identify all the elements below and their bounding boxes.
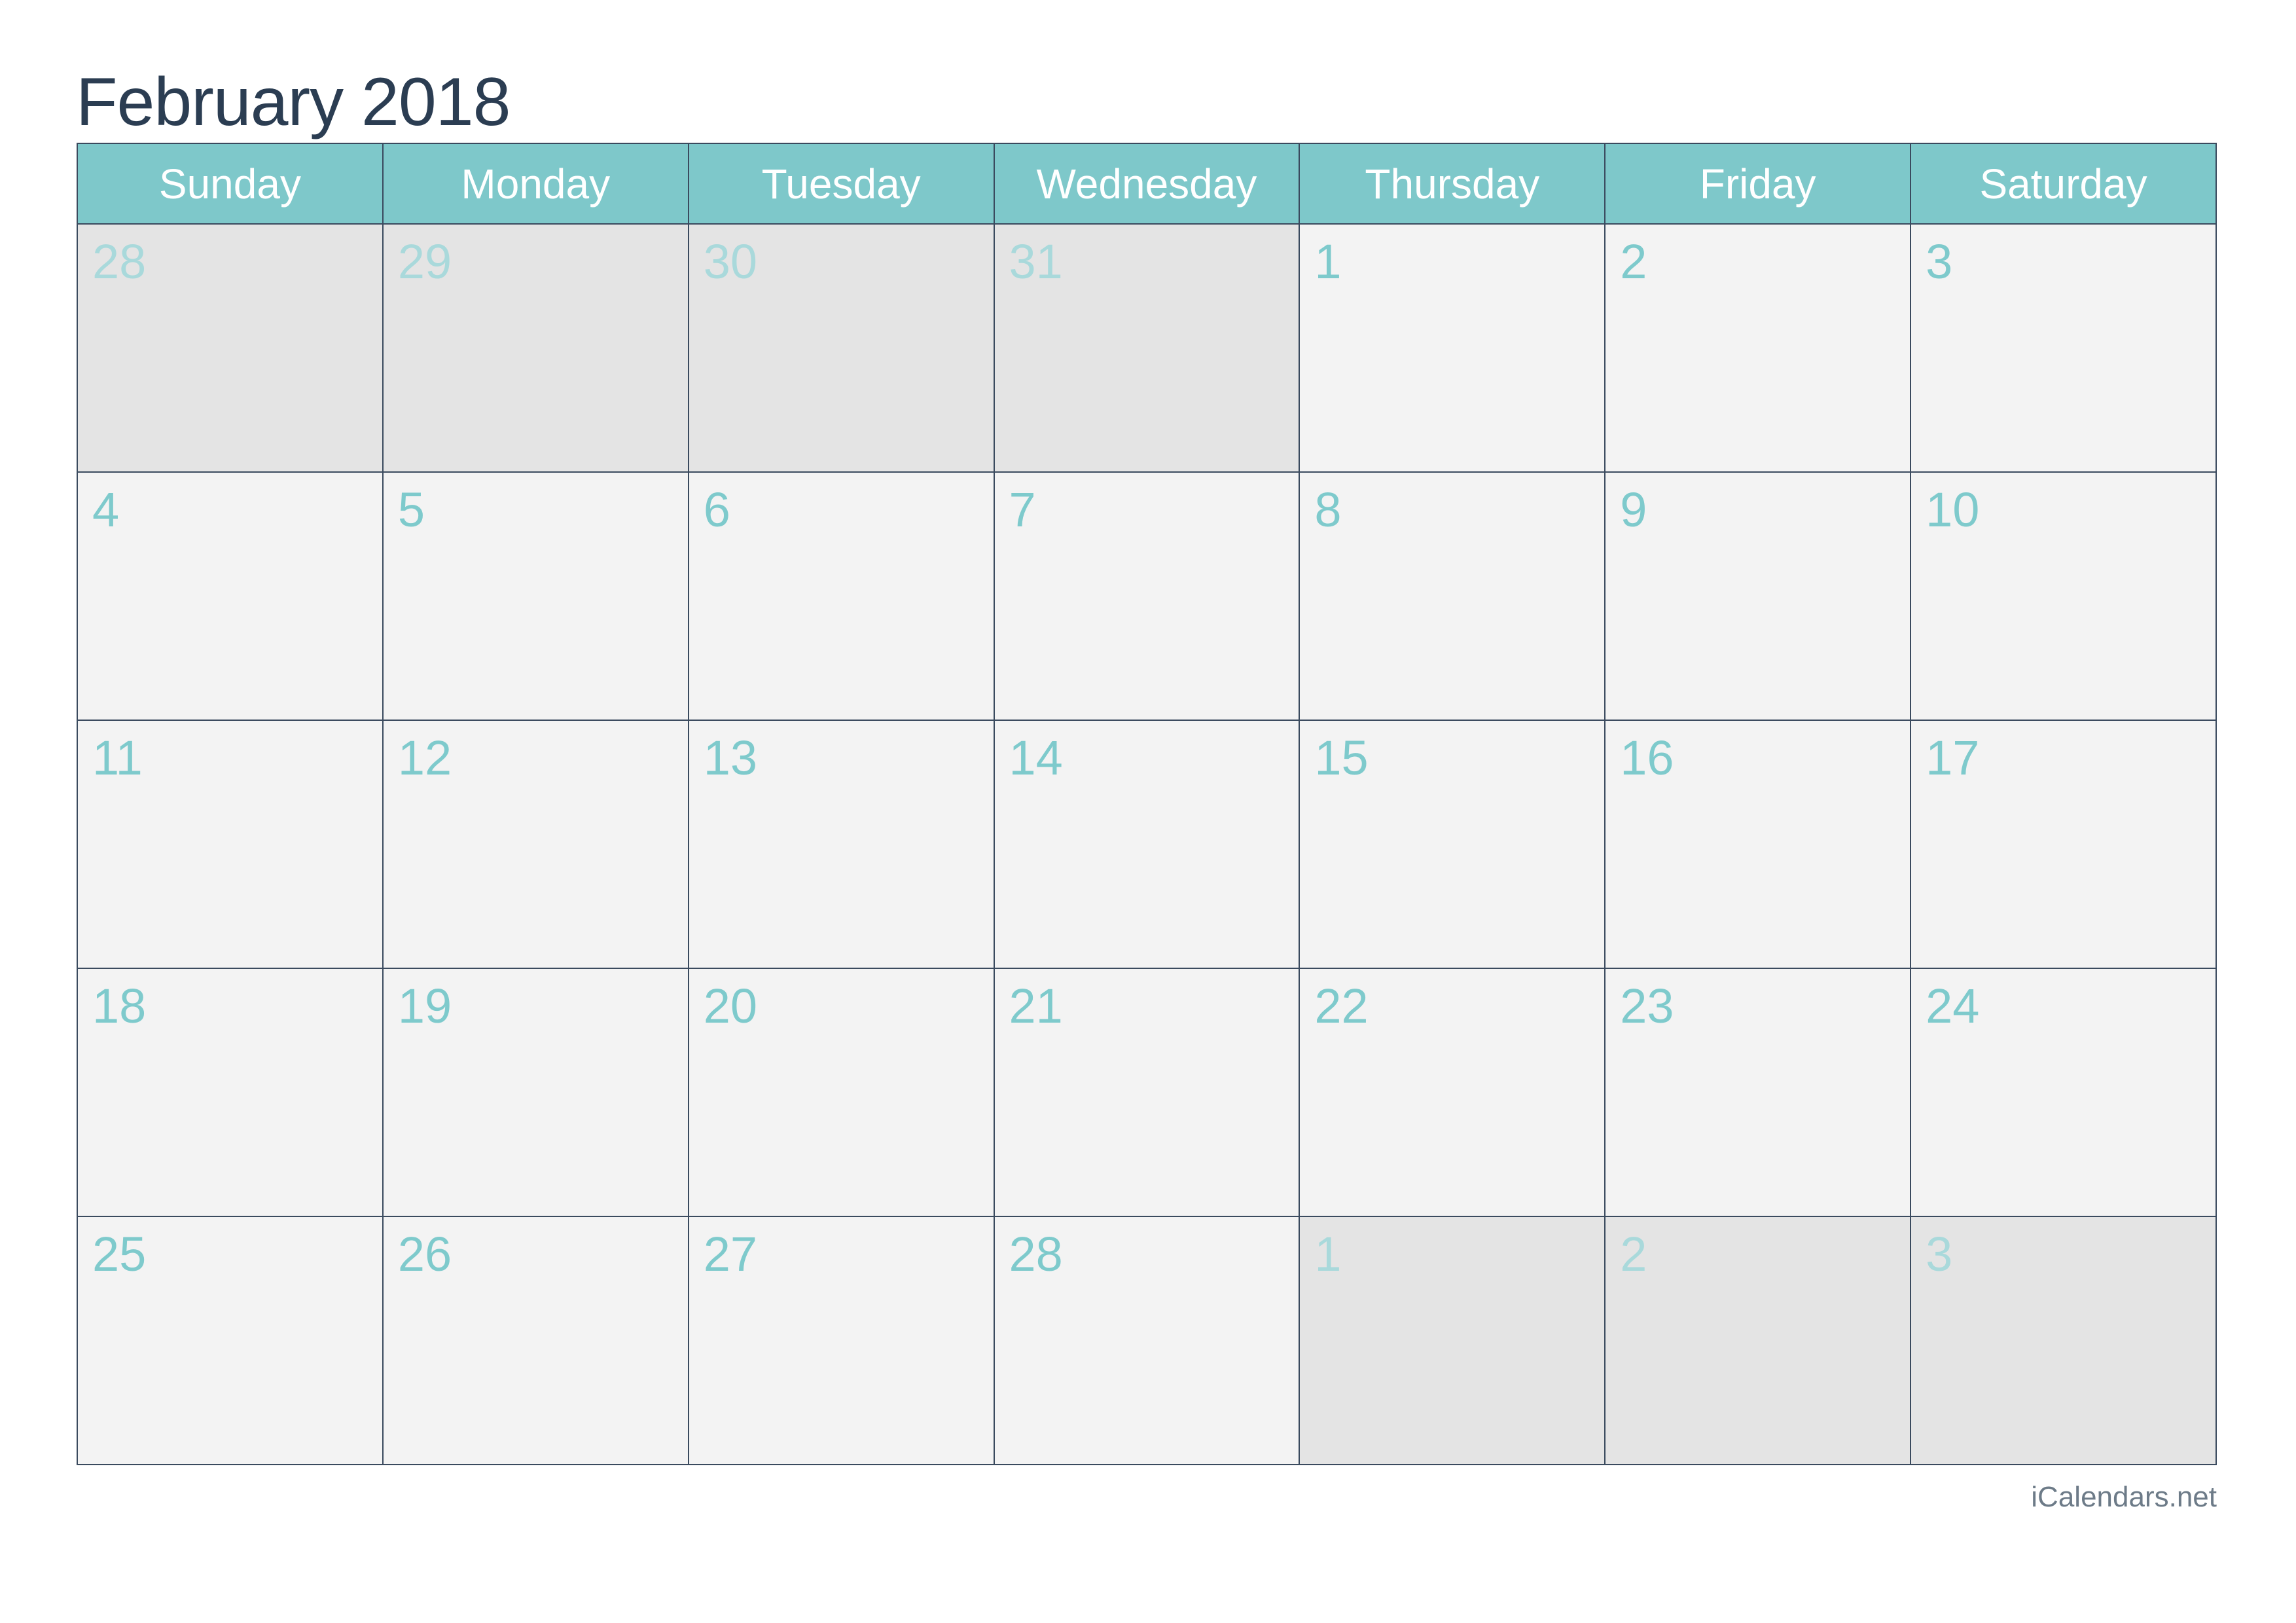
day-cell[interactable]: 19 — [382, 968, 689, 1217]
day-cell[interactable]: 28 — [993, 1216, 1300, 1465]
day-cell[interactable]: 1 — [1299, 223, 1606, 473]
day-cell[interactable]: 10 — [1910, 471, 2217, 721]
day-number: 6 — [703, 483, 730, 537]
day-cell[interactable]: 23 — [1604, 968, 1912, 1217]
day-number: 28 — [92, 234, 147, 289]
day-cell-outside-month[interactable]: 29 — [382, 223, 689, 473]
day-cell[interactable]: 18 — [77, 968, 384, 1217]
day-cell[interactable]: 6 — [687, 471, 995, 721]
day-cell[interactable]: 17 — [1910, 720, 2217, 969]
day-number: 23 — [1620, 979, 1674, 1033]
day-number: 17 — [1926, 731, 1980, 785]
day-cell[interactable]: 25 — [77, 1216, 384, 1465]
week-row: 25 26 27 28 1 2 3 — [77, 1216, 2217, 1465]
day-cell[interactable]: 7 — [993, 471, 1300, 721]
day-cell[interactable]: 5 — [382, 471, 689, 721]
day-cell[interactable]: 8 — [1299, 471, 1606, 721]
weekday-header-sunday: Sunday — [77, 143, 384, 225]
day-cell[interactable]: 3 — [1910, 223, 2217, 473]
day-cell[interactable]: 2 — [1604, 223, 1912, 473]
day-number: 28 — [1009, 1227, 1063, 1281]
day-number: 25 — [92, 1227, 147, 1281]
day-cell[interactable]: 15 — [1299, 720, 1606, 969]
week-row: 11 12 13 14 15 16 17 — [77, 720, 2217, 969]
day-number: 5 — [397, 483, 425, 537]
day-number: 31 — [1009, 234, 1063, 289]
day-cell[interactable]: 11 — [77, 720, 384, 969]
day-number: 3 — [1926, 234, 1953, 289]
day-cell[interactable]: 13 — [687, 720, 995, 969]
day-number: 9 — [1620, 483, 1647, 537]
day-number: 24 — [1926, 979, 1980, 1033]
week-row: 28 29 30 31 1 2 3 — [77, 223, 2217, 473]
weekday-header-friday: Friday — [1604, 143, 1912, 225]
day-cell[interactable]: 24 — [1910, 968, 2217, 1217]
calendar-grid: Sunday Monday Tuesday Wednesday Thursday… — [77, 143, 2217, 1465]
day-number: 13 — [703, 731, 757, 785]
day-number: 15 — [1314, 731, 1369, 785]
day-number: 12 — [397, 731, 452, 785]
day-cell[interactable]: 12 — [382, 720, 689, 969]
day-cell-outside-month[interactable]: 3 — [1910, 1216, 2217, 1465]
week-row: 4 5 6 7 8 9 10 — [77, 471, 2217, 721]
day-number: 21 — [1009, 979, 1063, 1033]
day-number: 2 — [1620, 234, 1647, 289]
day-cell[interactable]: 20 — [687, 968, 995, 1217]
day-number: 22 — [1314, 979, 1369, 1033]
day-number: 26 — [397, 1227, 452, 1281]
day-cell[interactable]: 14 — [993, 720, 1300, 969]
footer-credit: iCalendars.net — [2031, 1481, 2217, 1513]
day-cell[interactable]: 9 — [1604, 471, 1912, 721]
day-number: 1 — [1314, 1227, 1342, 1281]
weekday-header-monday: Monday — [382, 143, 689, 225]
day-number: 29 — [397, 234, 452, 289]
day-cell-outside-month[interactable]: 1 — [1299, 1216, 1606, 1465]
day-number: 8 — [1314, 483, 1342, 537]
day-number: 14 — [1009, 731, 1063, 785]
week-row: 18 19 20 21 22 23 24 — [77, 968, 2217, 1217]
day-number: 27 — [703, 1227, 757, 1281]
day-cell[interactable]: 16 — [1604, 720, 1912, 969]
day-cell-outside-month[interactable]: 31 — [993, 223, 1300, 473]
day-number: 18 — [92, 979, 147, 1033]
day-cell[interactable]: 27 — [687, 1216, 995, 1465]
day-cell-outside-month[interactable]: 30 — [687, 223, 995, 473]
weekday-header-tuesday: Tuesday — [687, 143, 995, 225]
weekday-header-row: Sunday Monday Tuesday Wednesday Thursday… — [77, 143, 2217, 225]
day-number: 11 — [92, 731, 143, 785]
day-number: 30 — [703, 234, 757, 289]
day-cell[interactable]: 26 — [382, 1216, 689, 1465]
day-cell[interactable]: 21 — [993, 968, 1300, 1217]
day-cell[interactable]: 4 — [77, 471, 384, 721]
day-number: 7 — [1009, 483, 1036, 537]
calendar-title: February 2018 — [76, 64, 511, 140]
day-cell-outside-month[interactable]: 28 — [77, 223, 384, 473]
day-number: 19 — [397, 979, 452, 1033]
day-number: 3 — [1926, 1227, 1953, 1281]
day-number: 1 — [1314, 234, 1342, 289]
weekday-header-saturday: Saturday — [1910, 143, 2217, 225]
day-number: 10 — [1926, 483, 1980, 537]
day-number: 20 — [703, 979, 757, 1033]
weekday-header-wednesday: Wednesday — [993, 143, 1300, 225]
day-cell[interactable]: 22 — [1299, 968, 1606, 1217]
day-cell-outside-month[interactable]: 2 — [1604, 1216, 1912, 1465]
day-number: 4 — [92, 483, 120, 537]
weekday-header-thursday: Thursday — [1299, 143, 1606, 225]
day-number: 16 — [1620, 731, 1674, 785]
day-number: 2 — [1620, 1227, 1647, 1281]
